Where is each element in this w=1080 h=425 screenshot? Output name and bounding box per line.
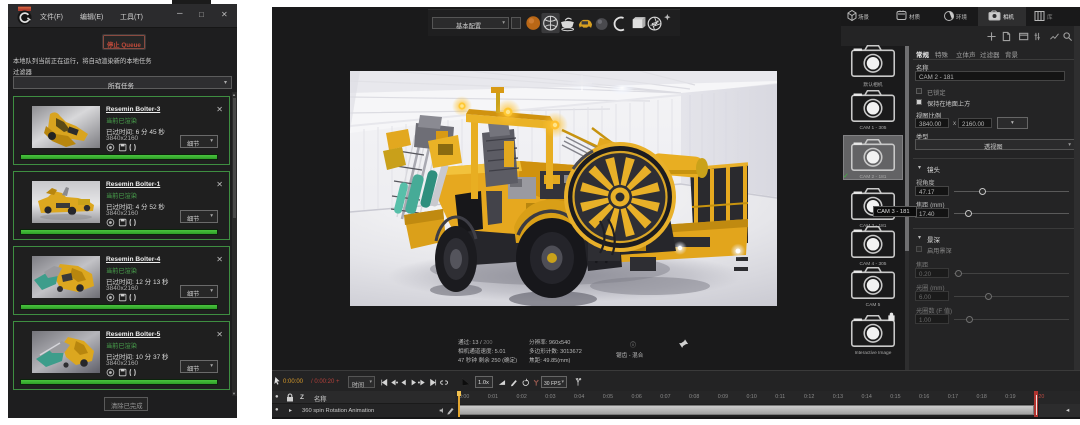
- svg-text:库: 库: [1047, 13, 1053, 21]
- svg-text:材质: 材质: [909, 13, 921, 21]
- svg-text:相机: 相机: [1003, 13, 1015, 21]
- svg-text:场景: 场景: [858, 13, 870, 21]
- svg-text:环境: 环境: [956, 13, 968, 21]
